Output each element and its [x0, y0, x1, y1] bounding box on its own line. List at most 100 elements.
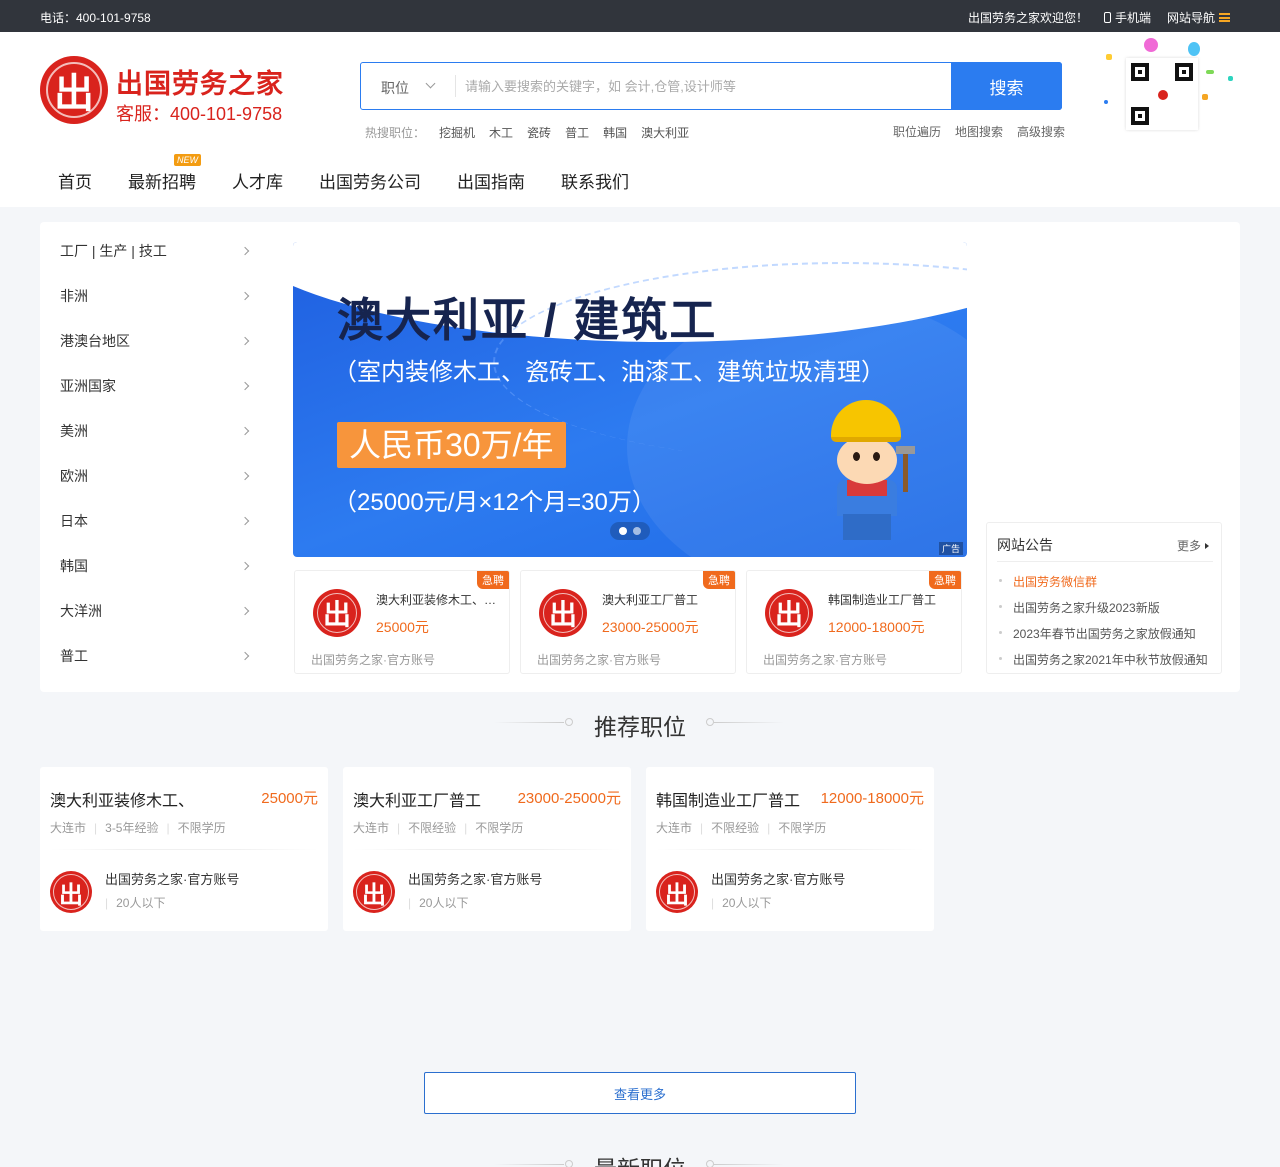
job-tag: 不限学历: [159, 819, 226, 836]
job-tag: 大连市: [656, 821, 693, 835]
urgent-badge: 急聘: [929, 571, 961, 589]
recommended-job-card[interactable]: 澳大利亚装修木工、 25000元 大连市 3-5年经验 不限学历 出 出国劳务之…: [40, 767, 328, 931]
confetti-decoration: [1188, 42, 1200, 56]
category-item[interactable]: 美洲: [40, 408, 270, 453]
promo-banner[interactable]: 澳大利亚 / 建筑工 （室内装修木工、瓷砖工、油漆工、建筑垃圾清理） 人民币30…: [293, 242, 967, 557]
banner-title: 澳大利亚 / 建筑工: [337, 294, 718, 346]
mobile-link[interactable]: 手机端: [1103, 9, 1151, 26]
worker-face: [837, 436, 897, 484]
urgent-job-card[interactable]: 急聘 出 韩国制造业工厂普工 12000-18000元 出国劳务之家·官方账号: [746, 570, 962, 674]
job-tag: 大连市: [50, 821, 87, 835]
category-item[interactable]: 非洲: [40, 273, 270, 318]
category-item[interactable]: 欧洲: [40, 453, 270, 498]
notice-more-link[interactable]: 更多: [1177, 537, 1209, 554]
hot-keyword[interactable]: 韩国: [603, 124, 627, 141]
banner-price: 人民币30万/年: [337, 422, 566, 468]
confetti-decoration: [1144, 38, 1158, 52]
main-nav: 首页 最新招聘 NEW 人才库 出国劳务公司 出国指南 联系我们: [40, 154, 647, 201]
title-line-left: [494, 722, 564, 723]
category-item[interactable]: 工厂 | 生产 | 技工: [40, 228, 270, 273]
chevron-right-icon: [240, 246, 250, 256]
site-notice: 网站公告 更多 出国劳务微信群 出国劳务之家升级2023新版 2023年春节出国…: [986, 522, 1222, 674]
job-salary: 23000-25000元: [517, 790, 621, 807]
hot-keyword[interactable]: 澳大利亚: [641, 124, 689, 141]
notice-item[interactable]: 出国劳务之家升级2023新版: [997, 599, 1208, 625]
search-input[interactable]: [465, 71, 945, 101]
nav-companies[interactable]: 出国劳务公司: [301, 160, 439, 201]
worker-eye: [873, 452, 880, 461]
quick-link-advanced[interactable]: 高级搜索: [1017, 123, 1065, 140]
category-label: 非洲: [60, 287, 88, 304]
job-salary: 12000-18000元: [820, 790, 924, 807]
company-size: 20人以下: [105, 894, 165, 911]
hot-searches: 热搜职位： 挖掘机 木工 瓷砖 普工 韩国 澳大利亚: [365, 124, 689, 141]
urgent-job-card[interactable]: 急聘 出 澳大利亚装修木工、瓷砖工 25000元 出国劳务之家·官方账号: [294, 570, 510, 674]
quick-link-browse[interactable]: 职位遍历: [893, 123, 941, 140]
category-label: 工厂 | 生产 | 技工: [60, 242, 167, 259]
title-line-right: [714, 1164, 784, 1165]
category-item[interactable]: 亚洲国家: [40, 363, 270, 408]
category-label: 普工: [60, 647, 88, 664]
urgent-job-card[interactable]: 急聘 出 澳大利亚工厂普工 23000-25000元 出国劳务之家·官方账号: [520, 570, 736, 674]
banner-detail: （25000元/月×12个月=30万）: [333, 489, 656, 516]
company-name: 出国劳务之家·官方账号: [763, 653, 887, 667]
chevron-right-icon: [240, 561, 250, 571]
hot-keyword[interactable]: 挖掘机: [439, 124, 475, 141]
search-category-select[interactable]: 职位: [361, 63, 455, 109]
title-ornament: [565, 718, 573, 726]
notice-item[interactable]: 2023年春节出国劳务之家放假通知: [997, 625, 1208, 651]
category-item[interactable]: 普工: [40, 633, 270, 678]
category-menu: 工厂 | 生产 | 技工 非洲 港澳台地区 亚洲国家 美洲 欧洲 日本 韩国 大…: [40, 222, 270, 678]
job-title: 澳大利亚装修木工、: [50, 793, 195, 810]
qr-logo: [1156, 88, 1170, 102]
job-title: 韩国制造业工厂普工: [656, 793, 801, 810]
notice-divider: [997, 561, 1213, 562]
nav-guide[interactable]: 出国指南: [439, 160, 543, 201]
recommended-job-card[interactable]: 澳大利亚工厂普工 23000-25000元 大连市 不限经验 不限学历 出 出国…: [343, 767, 631, 931]
carousel-dot[interactable]: [633, 527, 641, 535]
recommended-title: 推荐职位: [594, 714, 686, 740]
category-item[interactable]: 韩国: [40, 543, 270, 588]
job-tags: 大连市 3-5年经验 不限学历: [50, 819, 226, 836]
search-button[interactable]: 搜索: [951, 62, 1062, 110]
site-nav-link[interactable]: 网站导航: [1167, 9, 1230, 26]
header: 出 出国劳务之家 客服：400-101-9758 职位 搜索 热搜职位： 挖掘机…: [0, 32, 1280, 207]
title-line-left: [494, 1164, 564, 1165]
company-size: 20人以下: [408, 894, 468, 911]
recommended-job-card[interactable]: 韩国制造业工厂普工 12000-18000元 大连市 不限经验 不限学历 出 出…: [646, 767, 934, 931]
category-label: 大洋洲: [60, 602, 102, 619]
logo-name: 出国劳务之家: [116, 69, 284, 99]
confetti-decoration: [1104, 100, 1108, 104]
qr-code-area: [1100, 34, 1240, 134]
view-more-button[interactable]: 查看更多: [424, 1072, 856, 1114]
job-tag: 3-5年经验: [86, 819, 158, 836]
card-divider: [656, 849, 924, 850]
phone-icon: [1103, 12, 1111, 23]
carousel-dot[interactable]: [619, 527, 627, 535]
quick-link-map[interactable]: 地图搜索: [955, 123, 1003, 140]
chevron-right-icon: [240, 336, 250, 346]
nav-latest-jobs[interactable]: 最新招聘 NEW: [110, 154, 214, 201]
notice-item[interactable]: 出国劳务之家2021年中秋节放假通知: [997, 651, 1208, 677]
notice-item[interactable]: 出国劳务微信群: [997, 573, 1208, 599]
category-item[interactable]: 日本: [40, 498, 270, 543]
ad-label: 广告: [938, 542, 963, 555]
job-title: 澳大利亚工厂普工: [602, 593, 699, 607]
hot-keyword[interactable]: 木工: [489, 124, 513, 141]
qr-finder: [1131, 107, 1149, 125]
nav-home[interactable]: 首页: [40, 160, 110, 201]
site-nav-label: 网站导航: [1166, 11, 1215, 25]
hot-keyword[interactable]: 普工: [565, 124, 589, 141]
job-tag: 大连市: [353, 821, 390, 835]
category-item[interactable]: 港澳台地区: [40, 318, 270, 363]
search-category-label: 职位: [381, 80, 409, 96]
hot-keyword[interactable]: 瓷砖: [527, 124, 551, 141]
site-logo[interactable]: 出 出国劳务之家 客服：400-101-9758: [40, 54, 290, 126]
nav-contact[interactable]: 联系我们: [543, 160, 647, 201]
chevron-right-icon: [240, 606, 250, 616]
job-title: 澳大利亚工厂普工: [353, 793, 482, 810]
category-item[interactable]: 大洋洲: [40, 588, 270, 633]
nav-talent-pool[interactable]: 人才库: [214, 160, 301, 201]
company-logo: 出: [50, 871, 92, 913]
nav-latest-jobs-label: 最新招聘: [128, 173, 196, 192]
